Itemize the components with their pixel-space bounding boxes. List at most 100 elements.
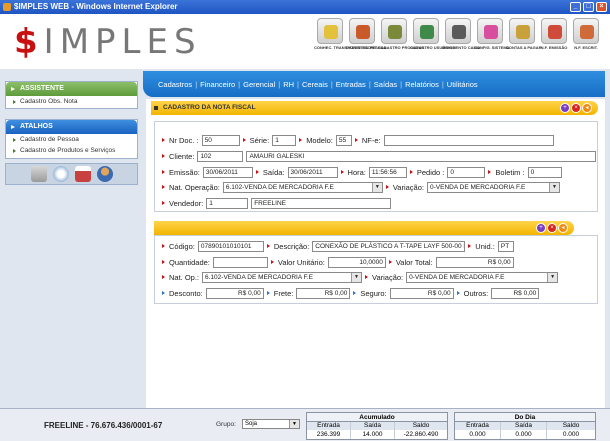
menu-item-5[interactable]: Entradas [333,80,369,89]
nr-doc-input[interactable]: 50 [201,134,240,146]
valor-unitario-input[interactable]: 10,0000 [327,256,386,268]
search-icon[interactable] [52,166,69,182]
menu-separator: | [441,79,444,89]
toolbar-label: CONTAS A PAGAR [506,45,542,50]
section-title: CADASTRO DA NOTA FISCAL [163,104,256,111]
item-section-bar: + × ◂ [154,221,574,235]
window-title: $IMPLES WEB - Windows Internet Explorer [14,2,178,11]
menu-item-0[interactable]: Cadastros [155,80,195,89]
toolbar-button-3[interactable]: CADASTRO USUÁRIOS [410,18,455,66]
toolbar-label: CADASTRO PRODUTOS [378,45,425,50]
ie-icon [3,3,11,11]
dia-saida: 0.000 [515,431,532,438]
maximize-button[interactable]: □ [583,2,594,12]
main-area: Cadastros | Financeiro | Gerencial | RH | Cereai… [143,69,610,408]
unid-input[interactable]: PT [497,240,514,252]
serie-input[interactable]: 1 [272,134,297,146]
desconto-input[interactable]: R$ 0,00 [205,287,264,299]
cliente-nome-input[interactable]: AMAURI GALESKI [246,150,597,162]
saida-input[interactable]: 30/06/2011 [287,166,338,178]
menu-item-1[interactable]: Financeiro [197,80,238,89]
toolbar-button-0[interactable]: CONHEC. TRANSPORTE ESCRIT. [314,18,378,66]
menu-separator: | [195,79,198,89]
dia-entrada: 0.000 [469,431,486,438]
item-delete-button[interactable]: × [547,223,557,233]
menu-item-3[interactable]: RH [280,80,297,89]
menu-separator: | [330,79,333,89]
hora-input[interactable]: 11:56:56 [368,166,407,178]
item-add-button[interactable]: + [536,223,546,233]
menu-separator: | [278,79,281,89]
grupo-label: Grupo: [216,421,236,428]
toolbar-icon [445,18,471,44]
menu-item-7[interactable]: Relatórios [402,80,442,89]
valor-total-input[interactable]: R$ 0,00 [435,256,514,268]
variacao-select[interactable]: 0-VENDA DE MERCADORIA F.E [427,181,560,193]
row-valores: Quantidade: Valor Unitário: 10,0000 Valo… [162,256,517,268]
delete-button[interactable]: × [571,103,581,113]
toolbar-icon [317,18,343,44]
nfe-input[interactable] [383,134,554,146]
menu-item-2[interactable]: Gerencial [240,80,278,89]
cliente-codigo-input[interactable]: 102 [197,150,244,162]
grupo-select[interactable]: Soja [242,419,300,429]
toolbar-button-5[interactable]: CONFIG. SISTEMA [474,18,510,66]
toolbar-button-4[interactable]: MOVIMENTO CAIXA [442,18,480,66]
add-button[interactable]: + [560,103,570,113]
item-back-button[interactable]: ◂ [558,223,568,233]
back-button[interactable]: ◂ [582,103,592,113]
vendedor-nome-input[interactable]: FREELINE [251,197,392,209]
atalhos-item-cadastro-produtos[interactable]: Cadastro de Produtos e Serviços [6,145,137,156]
menu-item-6[interactable]: Saídas [371,80,400,89]
menu-separator: | [297,79,299,89]
calendar-icon[interactable] [74,166,91,182]
status-footer: FREELINE - 76.676.436/0001-67 Grupo: Soj… [0,408,610,441]
toolbar-icon [541,18,567,44]
descricao-input[interactable]: CONEXÃO DE PLÁSTICO A T-TAPE LAYF 500-00… [312,240,466,252]
item-nat-op-select[interactable]: 6.102-VENDA DE MERCADORIA F.E [202,271,363,283]
calculator-icon[interactable] [30,166,47,182]
menu-separator: | [368,79,371,89]
form-container: CADASTRO DA NOTA FISCAL + × ◂ Nr Doc. : … [146,99,605,408]
menu-separator: | [238,79,241,89]
frete-input[interactable]: R$ 0,00 [296,287,351,299]
quantidade-input[interactable] [212,256,268,268]
acumulado-entrada: 236.399 [316,431,341,438]
atalhos-box: ATALHOS Cadastro de Pessoa Cadastro de P… [5,119,138,159]
app-header: $IMPLES CONHEC. TRANSPORTE ESCRIT. CADAST… [0,14,610,69]
toolbar-button-8[interactable]: N.F. ESCRIT. [571,18,601,66]
close-button[interactable]: × [596,2,607,12]
vendedor-codigo-input[interactable]: 1 [206,197,249,209]
pedido-input[interactable]: 0 [447,166,486,178]
toolbar-button-1[interactable]: CADASTRO PESSOA [346,18,386,66]
atalhos-header: ATALHOS [6,120,137,134]
minimize-button[interactable]: _ [570,2,581,12]
item-variacao-select[interactable]: 0-VENDA DE MERCADORIA F.E [406,271,559,283]
toolbar-button-2[interactable]: CADASTRO PRODUTOS [378,18,425,66]
toolbar-button-6[interactable]: CONTAS A PAGAR [506,18,542,66]
toolbar-button-7[interactable]: N.F. EMISSÃO [539,18,569,66]
row-vendedor: Vendedor: 1 FREELINE [162,197,394,209]
boletim-input[interactable]: 0 [527,166,562,178]
menu-item-4[interactable]: Cereais [299,80,331,89]
assistente-item-cadastro-obs-nota[interactable]: Cadastro Obs. Nota [6,96,137,107]
menu-item-8[interactable]: Utilitários [444,80,481,89]
acumulado-table: Acumulado Entrada 236.399 Saída 14.000 Sal… [306,412,448,440]
modelo-input[interactable]: 55 [335,134,352,146]
window-titlebar: $IMPLES WEB - Windows Internet Explorer … [0,0,610,14]
toolbar-icon [477,18,503,44]
toolbar-icon [349,18,375,44]
toolbar-icon [509,18,535,44]
seguro-input[interactable]: R$ 0,00 [389,287,454,299]
nota-fiscal-section-bar: CADASTRO DA NOTA FISCAL + × ◂ [151,101,598,115]
toolbar-icon [573,18,599,44]
emissao-input[interactable]: 30/06/2011 [202,166,253,178]
atalhos-item-cadastro-pessoa[interactable]: Cadastro de Pessoa [6,134,137,145]
user-icon[interactable] [96,166,113,182]
dia-saldo: 0.000 [562,431,580,438]
outros-input[interactable]: R$ 0,00 [491,287,540,299]
codigo-input[interactable]: 07890101010101 [197,240,264,252]
row-natop: Nat. Operação: 6.102-VENDA DE MERCADORIA… [162,181,563,193]
acumulado-saida: 14.000 [362,431,383,438]
nat-operacao-select[interactable]: 6.102-VENDA DE MERCADORIA F.E [222,181,383,193]
